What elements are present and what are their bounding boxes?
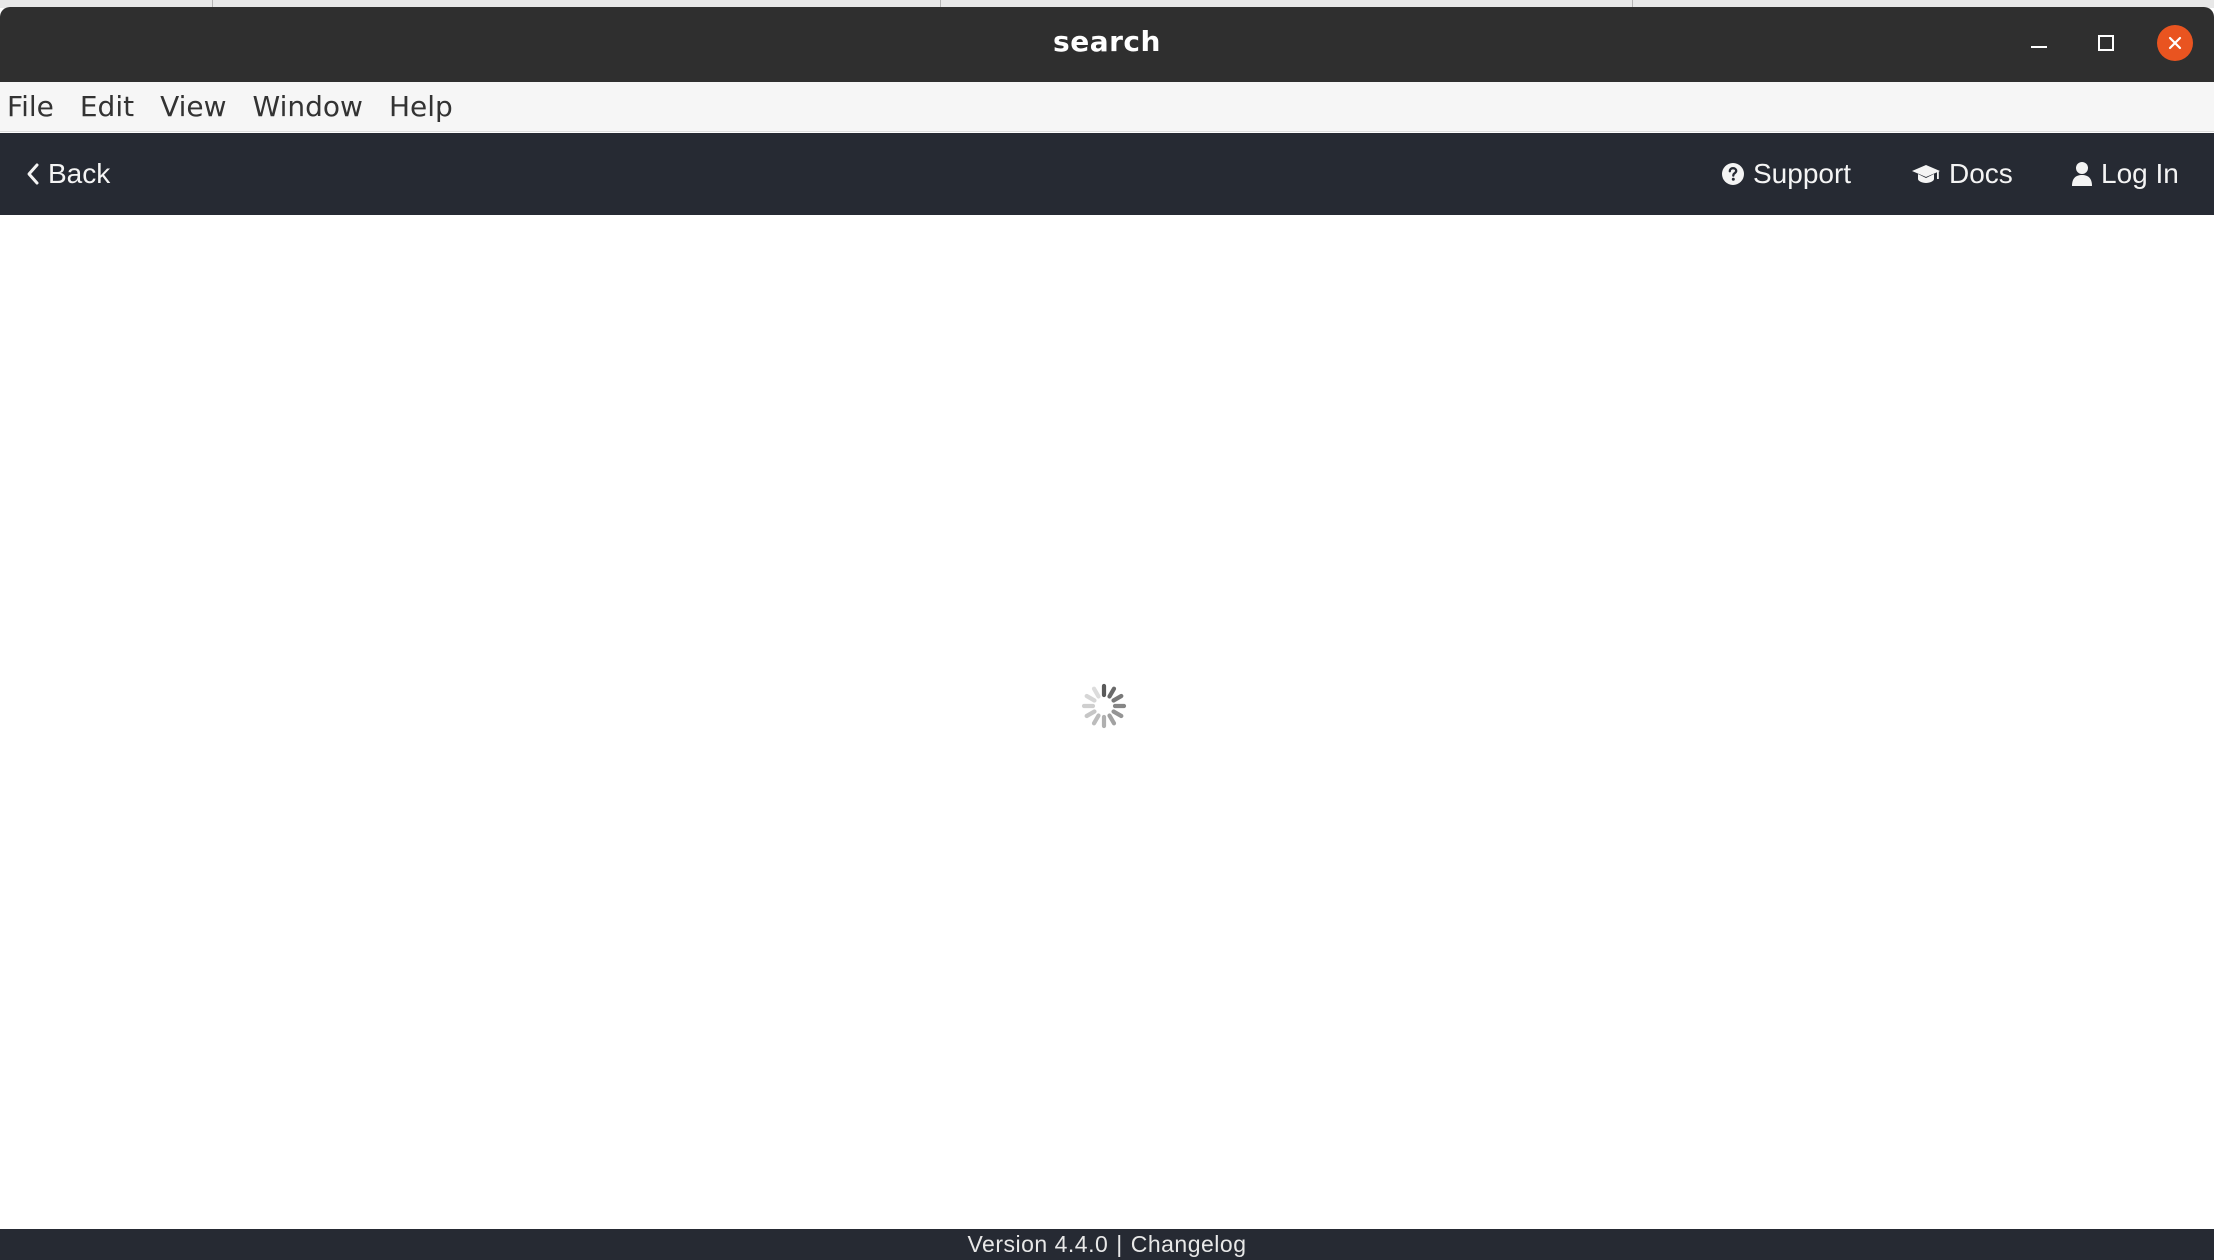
minimize-button[interactable]	[2021, 25, 2057, 61]
menu-window[interactable]: Window	[253, 90, 363, 123]
close-icon	[2168, 36, 2182, 50]
title-bar[interactable]: search	[0, 7, 2214, 82]
support-label: Support	[1753, 158, 1852, 189]
docs-label: Docs	[1949, 158, 2013, 189]
maximize-icon	[2098, 35, 2114, 51]
chevron-left-icon	[26, 162, 40, 186]
menu-view[interactable]: View	[160, 90, 226, 123]
back-label: Back	[48, 158, 111, 189]
docs-link[interactable]: Docs	[1911, 133, 2013, 215]
menu-help[interactable]: Help	[389, 90, 453, 123]
login-label: Log In	[2101, 158, 2179, 189]
footer-bar: Version 4.4.0 | Changelog	[0, 1229, 2214, 1260]
window-title: search	[1053, 25, 1161, 58]
minimize-icon	[2031, 46, 2047, 48]
user-icon	[2071, 161, 2093, 187]
menu-edit[interactable]: Edit	[80, 90, 134, 123]
support-link[interactable]: Support	[1721, 133, 1851, 215]
close-button[interactable]	[2157, 25, 2193, 61]
menu-bar: File Edit View Window Help	[0, 82, 2214, 132]
maximize-button[interactable]	[2088, 25, 2124, 61]
app-window: search File Edit View Window Help Back S…	[0, 7, 2214, 1260]
main-content	[0, 215, 2214, 1230]
loading-spinner-icon	[1081, 683, 1127, 729]
graduation-cap-icon	[1911, 162, 1941, 186]
app-navbar: Back Support Docs Log In	[0, 133, 2214, 215]
question-circle-icon	[1721, 162, 1745, 186]
version-text: Version 4.4.0	[967, 1231, 1109, 1257]
menu-file[interactable]: File	[7, 90, 54, 123]
back-button[interactable]: Back	[26, 133, 110, 215]
changelog-link[interactable]: Changelog	[1131, 1231, 1247, 1258]
footer-separator: |	[1116, 1231, 1123, 1257]
login-link[interactable]: Log In	[2071, 133, 2179, 215]
